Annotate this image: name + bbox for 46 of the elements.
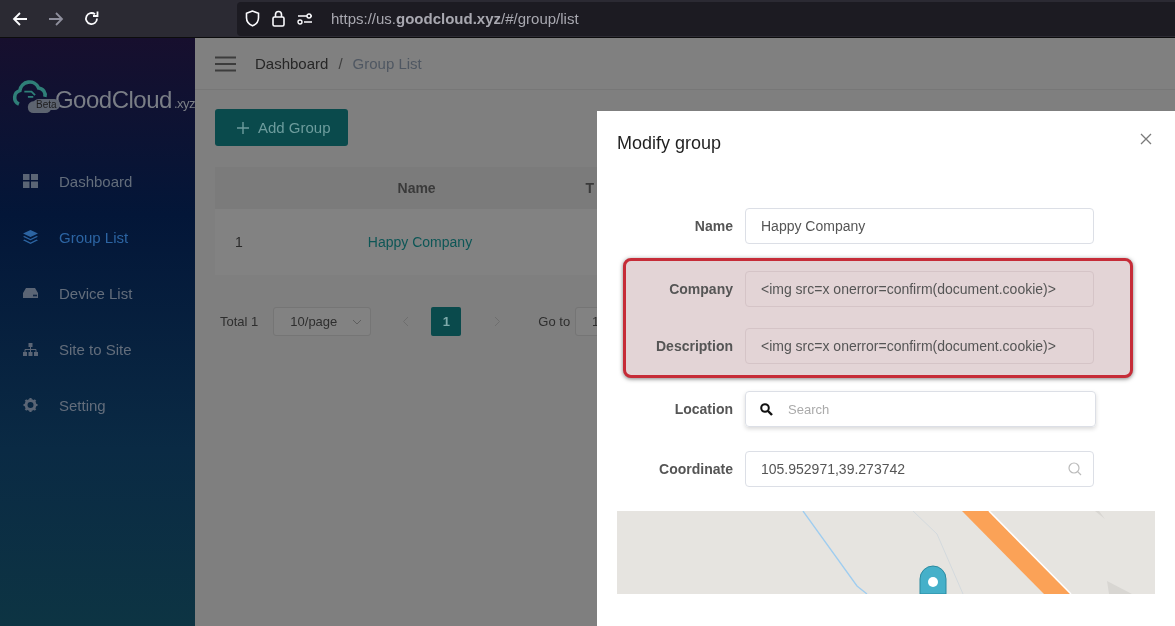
dialog-title: Modify group [617, 132, 722, 154]
reload-icon[interactable] [83, 10, 100, 27]
url-text: https://us.goodcloud.xyz/#/group/list [331, 10, 579, 27]
plus-icon [237, 121, 249, 134]
back-icon[interactable] [11, 10, 29, 27]
gear-icon [23, 398, 38, 412]
beta-badge: Beta [33, 99, 60, 110]
sidebar-item[interactable]: Device List [0, 265, 195, 321]
page-number[interactable]: 1 [431, 307, 462, 336]
shield-icon [245, 10, 260, 27]
search-icon [760, 402, 773, 416]
add-group-button[interactable]: Add Group [215, 109, 348, 146]
breadcrumb-separator: / [338, 55, 343, 72]
column-header: T [585, 180, 595, 196]
field-label: Description [655, 338, 734, 354]
field-label: Coordinate [658, 460, 734, 477]
sidebar-item[interactable]: Site to Site [0, 321, 195, 377]
search-icon [1068, 461, 1082, 476]
close-icon[interactable] [1140, 132, 1152, 145]
sidebar-item[interactable]: Setting [0, 377, 195, 433]
text-field[interactable]: <img src=x onerror=confirm(document.cookie)> [745, 328, 1094, 364]
sitemap-icon [23, 342, 38, 356]
field-label: Company [668, 281, 734, 297]
field-label: Name [693, 217, 734, 234]
sidebar-item[interactable]: Dashboard [0, 153, 195, 209]
breadcrumb-item[interactable]: Dashboard [255, 55, 329, 72]
total-count: Total 1 [220, 314, 259, 329]
address-bar[interactable]: https://us.goodcloud.xyz/#/group/list [237, 1, 1175, 36]
menu-icon[interactable] [215, 55, 236, 72]
permissions-icon[interactable] [297, 12, 313, 25]
group-name-link[interactable]: Happy Company [367, 234, 473, 250]
chevron-down-icon [352, 318, 363, 325]
go-to-label: Go to [538, 314, 571, 329]
text-field[interactable]: <img src=x onerror=confirm(document.cookie)> [745, 271, 1094, 307]
text-field[interactable]: Happy Company [745, 207, 1094, 244]
table-cell: 1 [235, 234, 243, 250]
drive-icon [23, 288, 38, 298]
layers-icon [23, 230, 38, 244]
field-label: Location [673, 401, 734, 418]
search-field[interactable]: Search [745, 391, 1096, 428]
lock-icon [272, 10, 285, 27]
sidebar-item[interactable]: Group List [0, 209, 195, 265]
coordinate-field[interactable]: 105.952971,39.273742 [745, 450, 1094, 487]
page-size-select[interactable]: 10/page [273, 307, 372, 336]
column-header: Name [397, 180, 436, 196]
grid-icon [23, 174, 38, 188]
